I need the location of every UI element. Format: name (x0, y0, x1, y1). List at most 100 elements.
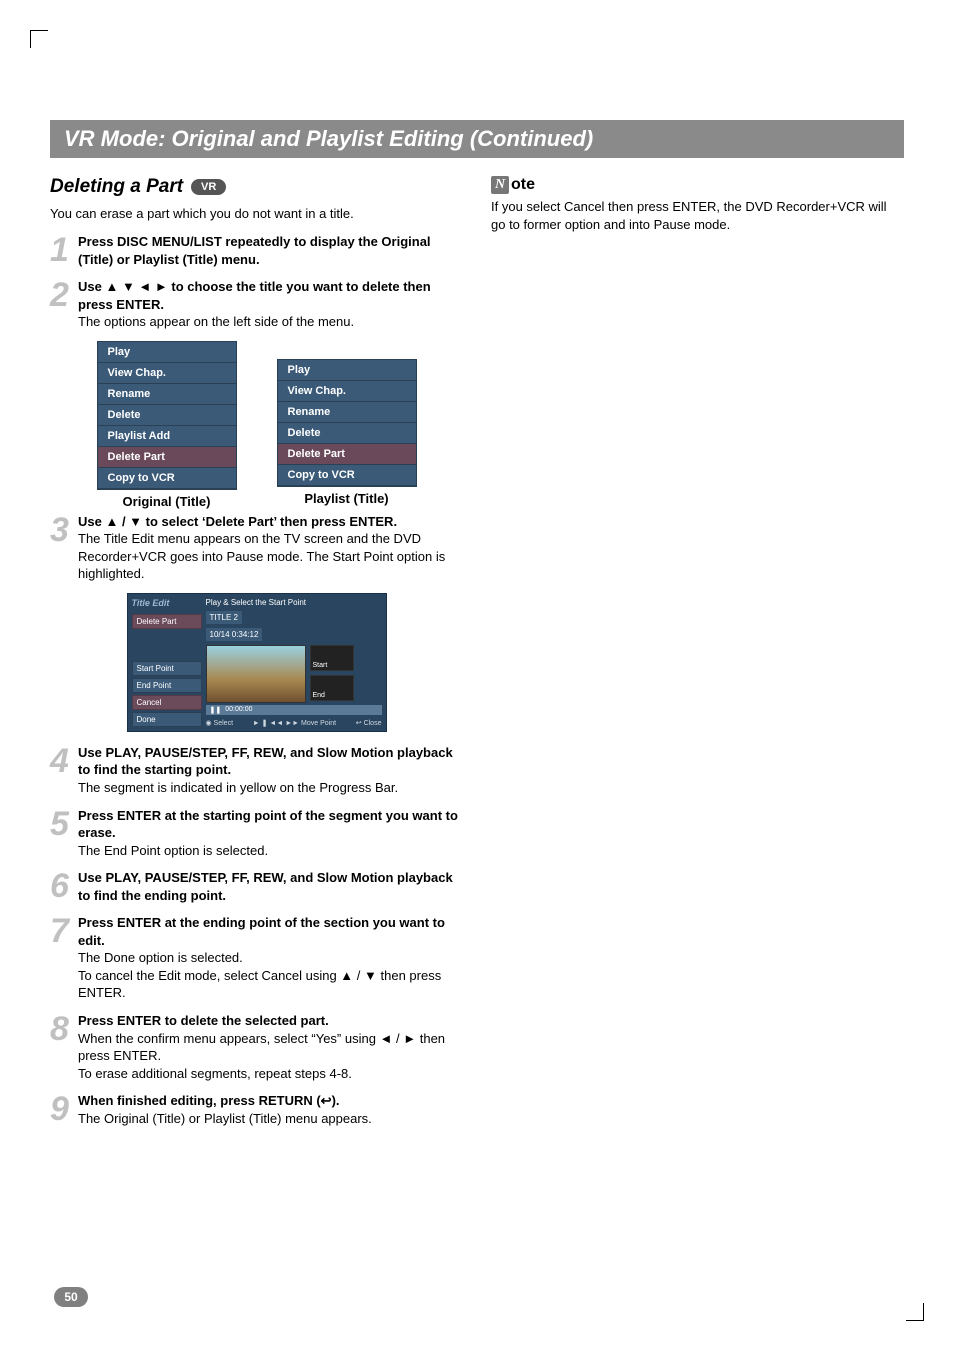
page-number: 50 (54, 1287, 88, 1307)
step-number: 1 (50, 233, 78, 268)
title-edit-right: Play & Select the Start Point TITLE 2 10… (206, 598, 382, 727)
preview-thumb-end: End (310, 675, 354, 701)
menu-item: Delete (278, 423, 416, 444)
step-body: Press DISC MENU/LIST repeatedly to displ… (78, 233, 463, 268)
playlist-title-menu: Play View Chap. Rename Delete Delete Par… (277, 359, 417, 509)
title-edit-btn: Cancel (132, 695, 202, 710)
footer-close: ↩ Close (356, 719, 382, 727)
title-edit-title-block: TITLE 2 10/14 0:34:12 (206, 609, 382, 643)
step-text: The Done option is selected. To cancel t… (78, 950, 441, 1000)
right-column: N ote If you select Cancel then press EN… (491, 176, 904, 1137)
menu-panels-row: Play View Chap. Rename Delete Playlist A… (50, 341, 463, 509)
vr-badge: VR (191, 179, 226, 195)
menu-item: Delete (98, 405, 236, 426)
pause-icon: ❚❚ (210, 706, 222, 714)
step-2: 2 Use ▲ ▼ ◄ ► to choose the title you wa… (50, 278, 463, 331)
note-suffix: ote (511, 176, 535, 194)
step-bold: Use PLAY, PAUSE/STEP, FF, REW, and Slow … (78, 745, 453, 778)
title-edit-label: Title Edit (132, 598, 202, 608)
step-5: 5 Press ENTER at the starting point of t… (50, 807, 463, 860)
menu-item: Rename (98, 384, 236, 405)
step-bold: Press ENTER at the ending point of the s… (78, 915, 445, 948)
content-columns: Deleting a Part VR You can erase a part … (50, 176, 904, 1137)
title-edit-left: Title Edit Delete Part Start Point End P… (132, 598, 202, 727)
step-text: When the confirm menu appears, select “Y… (78, 1031, 445, 1081)
page-title-bar: VR Mode: Original and Playlist Editing (… (50, 120, 904, 158)
step-text: The Title Edit menu appears on the TV sc… (78, 531, 445, 581)
step-body: Press ENTER to delete the selected part.… (78, 1012, 463, 1082)
menu-item: Copy to VCR (98, 468, 236, 489)
step-7: 7 Press ENTER at the ending point of the… (50, 914, 463, 1002)
step-3: 3 Use ▲ / ▼ to select ‘Delete Part’ then… (50, 513, 463, 583)
step-number: 3 (50, 513, 78, 583)
title-edit-btn: Start Point (132, 661, 202, 676)
menu-item-selected: Delete Part (278, 444, 416, 465)
menu-item: View Chap. (98, 363, 236, 384)
step-bold: Press ENTER to delete the selected part. (78, 1013, 329, 1028)
menu-item: Play (278, 360, 416, 381)
preview-main (206, 645, 306, 703)
step-9: 9 When finished editing, press RETURN (↩… (50, 1092, 463, 1127)
menu-caption: Original (Title) (97, 494, 237, 509)
title-edit-btn: End Point (132, 678, 202, 693)
step-body: Press ENTER at the starting point of the… (78, 807, 463, 860)
step-bold: Use ▲ / ▼ to select ‘Delete Part’ then p… (78, 514, 397, 529)
step-number: 9 (50, 1092, 78, 1127)
step-text: The segment is indicated in yellow on th… (78, 780, 398, 795)
original-title-menu: Play View Chap. Rename Delete Playlist A… (97, 341, 237, 509)
step-body: When finished editing, press RETURN (↩).… (78, 1092, 372, 1127)
step-body: Use ▲ ▼ ◄ ► to choose the title you want… (78, 278, 463, 331)
section-title-row: Deleting a Part VR (50, 176, 463, 198)
menu-item: Copy to VCR (278, 465, 416, 486)
step-8: 8 Press ENTER to delete the selected par… (50, 1012, 463, 1082)
progress-time: 00:00:00 (225, 706, 252, 713)
menu-list: Play View Chap. Rename Delete Delete Par… (277, 359, 417, 487)
footer-move: ► ❚ ◄◄ ►► Move Point (253, 719, 336, 727)
footer-select: ◉ Select (206, 719, 234, 727)
menu-item: View Chap. (278, 381, 416, 402)
title-edit-title2: 10/14 0:34:12 (206, 628, 263, 641)
crop-mark-bottom-right (906, 1303, 924, 1321)
title-edit-preview: Start End (206, 645, 382, 703)
step-number: 5 (50, 807, 78, 860)
step-number: 7 (50, 914, 78, 1002)
note-icon: N (491, 176, 509, 194)
step-body: Use PLAY, PAUSE/STEP, FF, REW, and Slow … (78, 744, 463, 797)
step-bold: When finished editing, press RETURN (↩). (78, 1093, 340, 1108)
step-bold: Press ENTER at the starting point of the… (78, 808, 458, 841)
menu-item: Playlist Add (98, 426, 236, 447)
left-column: Deleting a Part VR You can erase a part … (50, 176, 463, 1137)
note-heading: N ote (491, 176, 904, 194)
intro-text: You can erase a part which you do not wa… (50, 206, 463, 221)
section-title: Deleting a Part (50, 176, 183, 198)
step-bold: Use ▲ ▼ ◄ ► to choose the title you want… (78, 279, 431, 312)
title-edit-btn: Done (132, 712, 202, 727)
preview-side: Start End (310, 645, 354, 703)
step-body: Use ▲ / ▼ to select ‘Delete Part’ then p… (78, 513, 463, 583)
step-number: 8 (50, 1012, 78, 1082)
page-title: VR Mode: Original and Playlist Editing (… (64, 126, 593, 151)
menu-item: Play (98, 342, 236, 363)
step-text: The End Point option is selected. (78, 843, 268, 858)
step-text: The options appear on the left side of t… (78, 314, 354, 329)
title-edit-topline: Play & Select the Start Point (206, 598, 382, 607)
step-number: 2 (50, 278, 78, 331)
step-1: 1 Press DISC MENU/LIST repeatedly to dis… (50, 233, 463, 268)
menu-item: Rename (278, 402, 416, 423)
note-text: If you select Cancel then press ENTER, t… (491, 198, 904, 233)
step-4: 4 Use PLAY, PAUSE/STEP, FF, REW, and Slo… (50, 744, 463, 797)
step-number: 6 (50, 869, 78, 904)
title-edit-panel: Title Edit Delete Part Start Point End P… (127, 593, 387, 732)
title-edit-progress: ❚❚ 00:00:00 (206, 705, 382, 715)
title-edit-title1: TITLE 2 (206, 611, 242, 624)
title-edit-footer: ◉ Select ► ❚ ◄◄ ►► Move Point ↩ Close (206, 717, 382, 727)
step-bold: Press DISC MENU/LIST repeatedly to displ… (78, 234, 431, 267)
step-body: Use PLAY, PAUSE/STEP, FF, REW, and Slow … (78, 869, 463, 904)
menu-list: Play View Chap. Rename Delete Playlist A… (97, 341, 237, 490)
menu-caption: Playlist (Title) (277, 491, 417, 506)
step-text: The Original (Title) or Playlist (Title)… (78, 1111, 372, 1126)
crop-mark-top-left (30, 30, 48, 48)
step-body: Press ENTER at the ending point of the s… (78, 914, 463, 1002)
preview-thumb-start: Start (310, 645, 354, 671)
title-edit-btn: Delete Part (132, 614, 202, 629)
